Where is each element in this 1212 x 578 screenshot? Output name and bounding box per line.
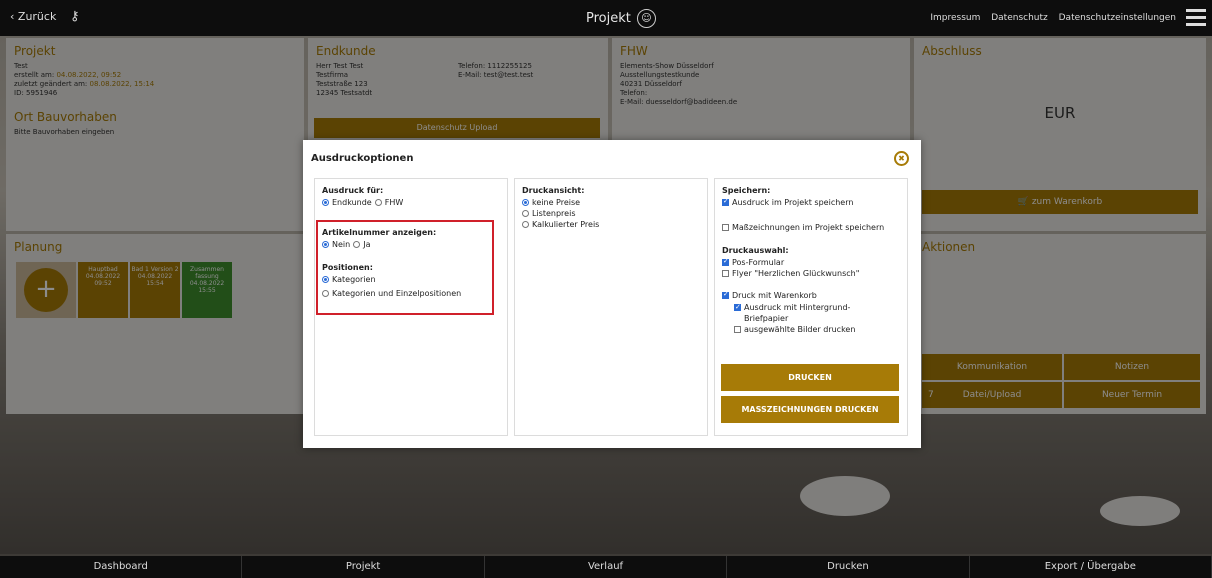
print-options-dialog: Ausdruckoptionen ✖ Ausdruck für: Endkund…: [303, 140, 921, 448]
listenpreis-radio[interactable]: [522, 210, 529, 217]
brand-logo-icon: ☺: [637, 9, 656, 28]
back-label: Zurück: [17, 10, 57, 23]
back-button[interactable]: ‹ Zurück: [10, 10, 56, 23]
speichern-label: Speichern:: [722, 186, 771, 195]
hintergrund-checkbox[interactable]: [734, 302, 741, 313]
hamburger-menu-icon[interactable]: [1186, 9, 1206, 30]
impressum-link[interactable]: Impressum: [930, 13, 980, 23]
druckansicht-label: Druckansicht:: [522, 186, 585, 195]
druckauswahl-label: Druckauswahl:: [722, 246, 789, 255]
page-title: Projekt ☺: [586, 9, 656, 28]
ausdruck-label: Ausdruck für:: [322, 186, 384, 195]
print-dimensions-button[interactable]: MASSZEICHNUNGEN DRUCKEN: [721, 396, 899, 423]
close-icon[interactable]: ✖: [894, 151, 909, 166]
datenschutz-link[interactable]: Datenschutz: [991, 13, 1048, 23]
key-icon[interactable]: ⚷: [70, 9, 80, 24]
nav-verlauf[interactable]: Verlauf: [485, 556, 728, 578]
dialog-title: Ausdruckoptionen: [311, 153, 414, 164]
nav-projekt[interactable]: Projekt: [242, 556, 485, 578]
save-mass-checkbox[interactable]: [722, 224, 729, 231]
nav-export[interactable]: Export / Übergabe: [970, 556, 1212, 578]
nav-dashboard[interactable]: Dashboard: [0, 556, 243, 578]
bilder-checkbox[interactable]: [734, 326, 741, 333]
druckansicht-column: Druckansicht: keine Preise Listenpreis K…: [514, 178, 708, 436]
endkunde-radio[interactable]: [322, 199, 329, 206]
highlight-box: [316, 220, 494, 315]
kalkulierter-preis-radio[interactable]: [522, 221, 529, 228]
top-bar: ‹ Zurück ⚷ Projekt ☺ Impressum Datenschu…: [0, 0, 1212, 36]
nav-drucken[interactable]: Drucken: [727, 556, 970, 578]
keine-preise-radio[interactable]: [522, 199, 529, 206]
save-project-checkbox[interactable]: [722, 197, 729, 206]
pos-formular-checkbox[interactable]: [722, 257, 729, 266]
fhw-radio[interactable]: [374, 199, 382, 206]
bottom-nav: Dashboard Projekt Verlauf Drucken Export…: [0, 556, 1212, 578]
datenschutzeinstellungen-link[interactable]: Datenschutzeinstellungen: [1059, 13, 1176, 23]
druck-warenkorb-checkbox[interactable]: [722, 290, 729, 299]
flyer-checkbox[interactable]: [722, 270, 729, 277]
chevron-left-icon: ‹: [10, 10, 15, 23]
header-links: Impressum Datenschutz Datenschutzeinstel…: [922, 13, 1176, 23]
print-button[interactable]: DRUCKEN: [721, 364, 899, 391]
